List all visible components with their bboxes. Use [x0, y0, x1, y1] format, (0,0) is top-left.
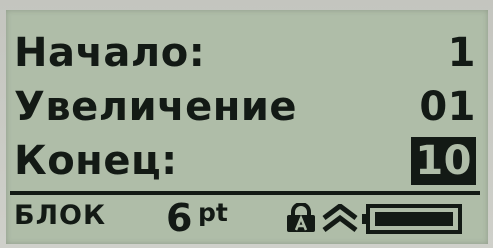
end-label: Конец: [14, 138, 178, 184]
increment-field[interactable]: Увеличение 01 [14, 78, 476, 136]
mode-indicator: БЛОК [14, 200, 107, 231]
start-field[interactable]: Начало: 1 [14, 24, 476, 82]
device-bezel: Начало: 1 Увеличение 01 Конец: 10 БЛОК 6… [0, 0, 493, 248]
increment-label: Увеличение [14, 84, 297, 130]
start-label: Начало: [14, 30, 206, 76]
increment-value[interactable]: 01 [419, 78, 476, 136]
font-size-unit: pt [198, 198, 228, 227]
caps-arrows-icon [322, 204, 358, 232]
status-bar: БЛОК 6 pt [14, 196, 478, 240]
status-divider [10, 191, 480, 195]
battery-icon [362, 204, 462, 234]
font-size-value: 6 [166, 196, 193, 240]
end-value[interactable]: 10 [411, 137, 476, 185]
caps-lock-icon [287, 203, 315, 232]
lcd-screen: Начало: 1 Увеличение 01 Конец: 10 БЛОК 6… [6, 10, 488, 244]
start-value[interactable]: 1 [448, 24, 476, 82]
end-field[interactable]: Конец: 10 [14, 132, 476, 190]
